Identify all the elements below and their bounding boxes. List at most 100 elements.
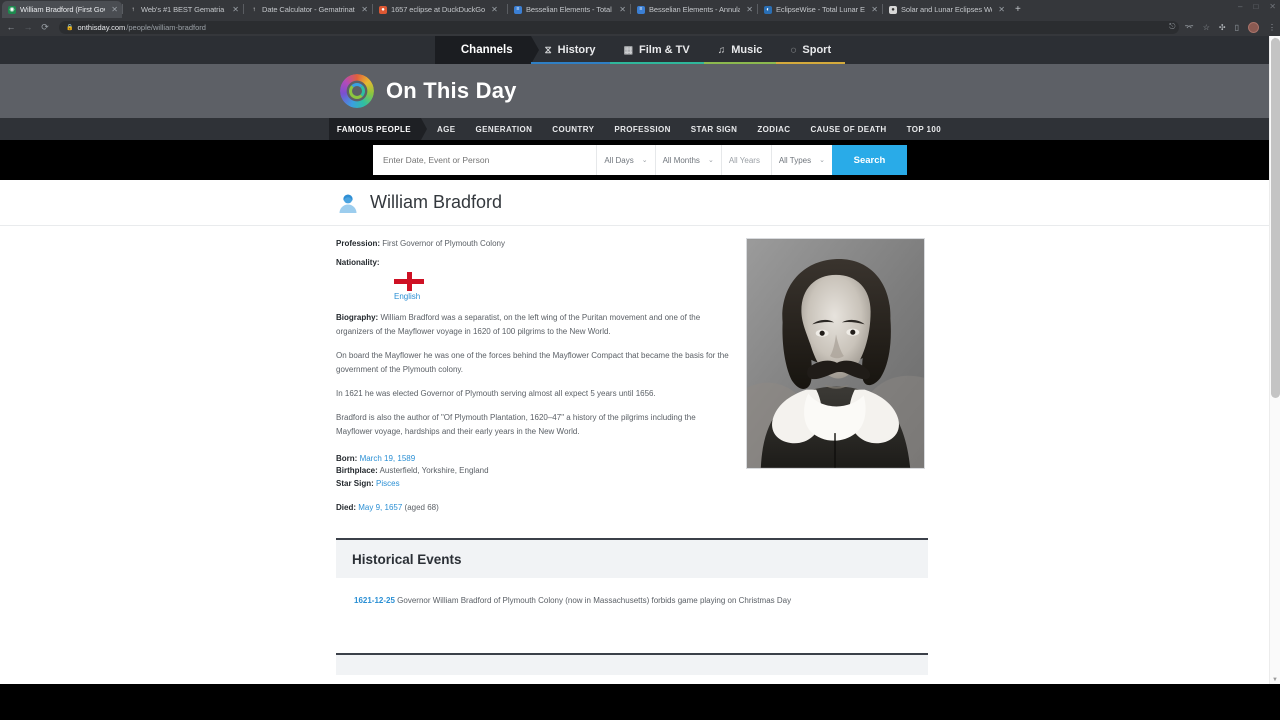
toolbar-icons: ⎋ ⌤ ☆ ✣ ▯ ⋮: [1169, 21, 1276, 33]
ball-icon: ◌: [790, 44, 797, 56]
channel-underline: [703, 62, 777, 64]
subnav-item-country[interactable]: COUNTRY: [542, 118, 604, 140]
biography-paragraph: Biography: William Bradford was a separa…: [336, 311, 732, 339]
tab-title: 1657 eclipse at DuckDuckGo: [391, 5, 486, 14]
minimize-icon[interactable]: –: [1238, 2, 1242, 11]
page-scrollbar[interactable]: ▲ ▼: [1269, 36, 1280, 684]
tab-close-icon[interactable]: ✕: [232, 5, 239, 14]
url-host: onthisday.com: [77, 22, 126, 32]
browser-tab[interactable]: ● 1657 eclipse at DuckDuckGo ✕: [373, 1, 507, 18]
event-date-link[interactable]: 1621-12-25: [354, 596, 395, 605]
side-panel-icon[interactable]: ▯: [1235, 23, 1239, 32]
profile-avatar[interactable]: [1248, 21, 1259, 33]
tab-favicon: ↑: [252, 6, 256, 13]
page-viewport: Channels ⧖ History ▦ Film & TV ♫ Music ◌…: [0, 36, 1280, 684]
months-dropdown[interactable]: All Months ⌄: [654, 145, 721, 175]
browser-tab[interactable]: ◐ EclipseWise - Total Lunar Eclips ✕: [758, 1, 882, 18]
event-text: Governor William Bradford of Plymouth Co…: [397, 596, 792, 606]
browser-tab[interactable]: ↑ Web's #1 BEST Gematria Calcula ✕: [123, 1, 243, 18]
subnav-item-cause-of-death[interactable]: CAUSE OF DEATH: [800, 118, 896, 140]
subnav-item-zodiac[interactable]: ZODIAC: [747, 118, 800, 140]
subnav-item-generation[interactable]: GENERATION: [466, 118, 543, 140]
browser-tab[interactable]: ● Solar and Lunar Eclipses Worldw ✕: [883, 1, 1009, 18]
types-dropdown[interactable]: All Types ⌄: [770, 145, 832, 175]
channel-history[interactable]: ⧖ History: [530, 36, 610, 64]
film-strip-icon: ▦: [623, 44, 634, 56]
bookmark-star-icon[interactable]: ☆: [1203, 23, 1210, 32]
subnav-item-famous-people[interactable]: FAMOUS PEOPLE: [328, 118, 428, 140]
died-year-link[interactable]: 1657: [385, 503, 403, 512]
scroll-down-arrow-icon[interactable]: ▼: [1272, 677, 1278, 683]
letterbox-bottom: [0, 684, 1280, 720]
browser-tab[interactable]: ↑ Date Calculator - Gematrinator: ✕: [244, 1, 372, 18]
page-content: William Bradford Profession: First Gover…: [0, 180, 1280, 684]
starsign-row: Star Sign: Pisces: [336, 478, 732, 490]
extensions-icon[interactable]: ✣: [1219, 23, 1226, 32]
nationality-row: Nationality: English: [336, 257, 732, 301]
channel-music[interactable]: ♫ Music: [703, 36, 777, 64]
tab-close-icon[interactable]: ✕: [361, 5, 368, 14]
channel-underline: [530, 62, 610, 64]
tab-close-icon[interactable]: ✕: [491, 5, 498, 14]
site-header: On This Day: [0, 64, 1280, 118]
cast-icon[interactable]: ⌤: [1185, 23, 1194, 32]
article-side-column: [746, 238, 925, 514]
url-path: /people/william-bradford: [126, 22, 206, 32]
tab-strip: ◉ William Bradford (First Governor ✕ ↑ W…: [0, 0, 1280, 18]
search-input[interactable]: [373, 145, 597, 175]
new-tab-button[interactable]: +: [1009, 1, 1027, 18]
tab-title: Solar and Lunar Eclipses Worldw: [901, 5, 992, 14]
nationality-link[interactable]: English: [394, 292, 732, 301]
close-window-icon[interactable]: ✕: [1269, 2, 1276, 11]
maximize-icon[interactable]: □: [1253, 2, 1258, 11]
sub-nav: FAMOUS PEOPLE AGE GENERATION COUNTRY PRO…: [0, 118, 1280, 140]
reload-icon[interactable]: ⟳: [40, 22, 50, 32]
search-button[interactable]: Search: [832, 145, 907, 175]
tab-favicon: ≡: [514, 5, 522, 14]
days-dropdown[interactable]: All Days ⌄: [596, 145, 654, 175]
subnav-item-top-100[interactable]: TOP 100: [897, 118, 952, 140]
england-flag-icon: [394, 271, 424, 291]
address-bar[interactable]: 🔒 onthisday.com /people/william-bradford: [59, 20, 1179, 34]
years-dropdown[interactable]: All Years: [720, 145, 771, 175]
person-details: Born: March 19, 1589 Birthplace: Austerf…: [336, 453, 732, 490]
lock-icon: 🔒: [66, 24, 74, 31]
article-main-column: Profession: First Governor of Plymouth C…: [336, 238, 732, 514]
browser-tab[interactable]: ≡ Besselian Elements - Annular Sol ✕: [631, 1, 757, 18]
subnav-item-star-sign[interactable]: STAR SIGN: [681, 118, 748, 140]
tab-close-icon[interactable]: ✕: [619, 5, 626, 14]
on-this-day-logo-icon[interactable]: [340, 74, 374, 108]
born-year-link[interactable]: 1589: [397, 454, 415, 463]
died-date-link[interactable]: May 9: [358, 503, 380, 512]
tab-close-icon[interactable]: ✕: [998, 5, 1005, 14]
tab-close-icon[interactable]: ✕: [111, 5, 118, 14]
born-row: Born: March 19, 1589: [336, 453, 416, 463]
search-band: All Days ⌄ All Months ⌄ All Years All Ty…: [0, 140, 1280, 180]
person-article: Profession: First Governor of Plymouth C…: [0, 226, 1280, 514]
browser-tab[interactable]: ≡ Besselian Elements - Total Solar ✕: [508, 1, 630, 18]
tab-close-icon[interactable]: ✕: [746, 5, 753, 14]
scrollbar-thumb[interactable]: [1271, 38, 1280, 398]
subnav-item-age[interactable]: AGE: [427, 118, 466, 140]
forward-icon[interactable]: →: [23, 22, 33, 32]
days-value: All Days: [604, 155, 634, 165]
page-title-row: William Bradford: [0, 180, 1280, 226]
tab-title: William Bradford (First Governor: [20, 5, 105, 14]
back-icon[interactable]: ←: [6, 22, 16, 32]
tab-title: EclipseWise - Total Lunar Eclips: [776, 5, 865, 14]
event-list-item: 1621-12-25 Governor William Bradford of …: [336, 578, 928, 605]
share-icon[interactable]: ⎋: [1169, 22, 1175, 32]
channel-sport[interactable]: ◌ Sport: [776, 36, 846, 64]
browser-tab[interactable]: ◉ William Bradford (First Governor ✕: [2, 1, 122, 18]
tab-close-icon[interactable]: ✕: [871, 5, 878, 14]
tab-title: Web's #1 BEST Gematria Calcula: [141, 5, 226, 14]
biography-paragraph: On board the Mayflower he was one of the…: [336, 350, 729, 374]
subnav-item-profession[interactable]: PROFESSION: [604, 118, 680, 140]
chrome-menu-icon[interactable]: ⋮: [1268, 23, 1276, 32]
born-date-link[interactable]: March 19: [360, 454, 393, 463]
channel-film-tv[interactable]: ▦ Film & TV: [609, 36, 704, 64]
chevron-down-icon: ⌄: [641, 157, 648, 164]
tab-title: Date Calculator - Gematrinator:: [262, 5, 356, 14]
chevron-down-icon: ⌄: [707, 157, 714, 164]
starsign-link[interactable]: Pisces: [376, 479, 400, 488]
